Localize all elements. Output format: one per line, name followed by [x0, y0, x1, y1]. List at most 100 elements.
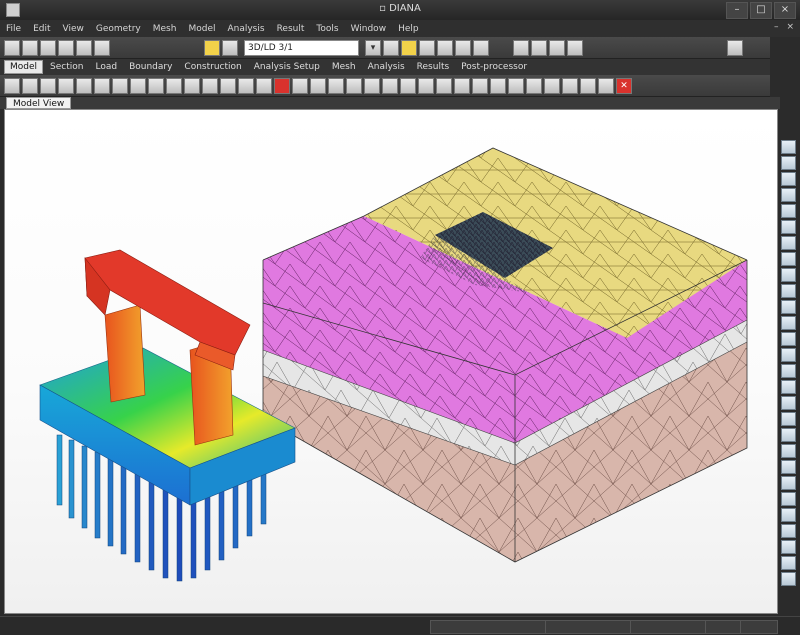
- grid-icon[interactable]: [513, 39, 529, 56]
- pan-icon[interactable]: [781, 156, 796, 170]
- contour-icon[interactable]: [781, 460, 796, 474]
- extrude-icon[interactable]: [184, 77, 200, 94]
- line-icon[interactable]: [40, 77, 56, 94]
- tab-model-view[interactable]: Model View: [6, 97, 72, 109]
- dropdown-arrow-icon[interactable]: ▾: [365, 39, 381, 56]
- shading-icon[interactable]: [781, 332, 796, 346]
- scale-icon[interactable]: [454, 77, 470, 94]
- measure-icon[interactable]: [490, 77, 506, 94]
- polyline-icon[interactable]: [76, 77, 92, 94]
- tab-results[interactable]: Results: [412, 61, 455, 73]
- app-icon[interactable]: [6, 3, 20, 17]
- array-icon[interactable]: [472, 77, 488, 94]
- unit-select-2[interactable]: [740, 620, 778, 634]
- mesh-icon[interactable]: [526, 77, 542, 94]
- split-icon[interactable]: [346, 77, 362, 94]
- node-display-icon[interactable]: [781, 412, 796, 426]
- view-left-icon[interactable]: [781, 252, 796, 266]
- surface-icon[interactable]: [148, 77, 164, 94]
- save-icon[interactable]: [40, 39, 56, 56]
- tab-analysis-setup[interactable]: Analysis Setup: [249, 61, 325, 73]
- iso-view-icon[interactable]: [781, 316, 796, 330]
- wireframe-icon[interactable]: [781, 348, 796, 362]
- element-icon[interactable]: [437, 39, 453, 56]
- tab-mesh[interactable]: Mesh: [327, 61, 361, 73]
- print-icon[interactable]: [76, 39, 92, 56]
- tab-boundary[interactable]: Boundary: [124, 61, 177, 73]
- view-iso-icon[interactable]: [598, 77, 614, 94]
- columns-icon[interactable]: [531, 39, 547, 56]
- node-icon[interactable]: [419, 39, 435, 56]
- point-icon[interactable]: [22, 77, 38, 94]
- menu-mesh[interactable]: Mesh: [147, 24, 183, 34]
- maximize-icon[interactable]: □: [750, 2, 772, 19]
- menu-tools[interactable]: Tools: [310, 24, 344, 34]
- mirror-icon[interactable]: [436, 77, 452, 94]
- capture-icon[interactable]: [781, 540, 796, 554]
- rotate-view-icon[interactable]: [781, 140, 796, 154]
- mesh-display-icon[interactable]: [781, 396, 796, 410]
- refresh-icon[interactable]: [781, 572, 796, 586]
- help-icon[interactable]: [94, 39, 110, 56]
- tab-analysis[interactable]: Analysis: [363, 61, 410, 73]
- zoom-fit-icon[interactable]: [781, 188, 796, 202]
- tab-model[interactable]: Model: [4, 60, 44, 74]
- animate-icon[interactable]: [781, 492, 796, 506]
- warning-icon[interactable]: [401, 39, 417, 56]
- view-front2-icon[interactable]: [781, 284, 796, 298]
- menu-window[interactable]: Window: [345, 24, 393, 34]
- rows-icon[interactable]: [549, 39, 565, 56]
- loft-icon[interactable]: [238, 77, 254, 94]
- layout-icon[interactable]: [567, 39, 583, 56]
- polygon-icon[interactable]: [130, 77, 146, 94]
- folder-icon[interactable]: [204, 39, 220, 56]
- move-icon[interactable]: [382, 77, 398, 94]
- copy-icon[interactable]: [400, 77, 416, 94]
- clip-plane-icon[interactable]: [781, 508, 796, 522]
- arc-icon[interactable]: [58, 77, 74, 94]
- select-icon[interactable]: [4, 77, 20, 94]
- zoom-window-icon[interactable]: [781, 204, 796, 218]
- unit-select[interactable]: [705, 620, 743, 634]
- seed-icon[interactable]: [544, 77, 560, 94]
- view-bottom-icon[interactable]: [781, 236, 796, 250]
- tab-load[interactable]: Load: [90, 61, 122, 73]
- open-file-icon[interactable]: [22, 39, 38, 56]
- tab-construction[interactable]: Construction: [179, 61, 246, 73]
- revolve-icon[interactable]: [202, 77, 218, 94]
- settings-icon[interactable]: [781, 556, 796, 570]
- new-file-icon[interactable]: [4, 39, 20, 56]
- close-red-icon[interactable]: ✕: [616, 77, 632, 94]
- soil-block-model[interactable]: [262, 147, 748, 563]
- mdi-close-icon[interactable]: ×: [786, 22, 794, 32]
- model-viewport[interactable]: [4, 109, 778, 614]
- boolean-union-icon[interactable]: [292, 77, 308, 94]
- filter-icon[interactable]: [383, 39, 399, 56]
- view-front-icon[interactable]: [580, 77, 596, 94]
- menu-model[interactable]: Model: [182, 24, 221, 34]
- label-icon[interactable]: [781, 428, 796, 442]
- hidden-line-icon[interactable]: [781, 364, 796, 378]
- tab-section[interactable]: Section: [45, 61, 88, 73]
- circle-icon[interactable]: [112, 77, 128, 94]
- menu-edit[interactable]: Edit: [27, 24, 56, 34]
- imprint-icon[interactable]: [364, 77, 380, 94]
- menu-result[interactable]: Result: [271, 24, 311, 34]
- tools-icon[interactable]: [727, 39, 743, 56]
- link-icon[interactable]: [455, 39, 471, 56]
- menu-help[interactable]: Help: [392, 24, 425, 34]
- close-icon[interactable]: ×: [774, 2, 796, 19]
- tab-post-processor[interactable]: Post-processor: [456, 61, 532, 73]
- deformed-icon[interactable]: [781, 476, 796, 490]
- menu-geometry[interactable]: Geometry: [90, 24, 147, 34]
- minimize-icon[interactable]: –: [726, 2, 748, 19]
- rectangle-icon[interactable]: [94, 77, 110, 94]
- menu-file[interactable]: File: [0, 24, 27, 34]
- boolean-intersect-icon[interactable]: [328, 77, 344, 94]
- menu-view[interactable]: View: [57, 24, 90, 34]
- delete-red-icon[interactable]: [274, 77, 290, 94]
- view-top-icon[interactable]: [781, 220, 796, 234]
- zoom-icon[interactable]: [781, 172, 796, 186]
- pile-foundation-model[interactable]: [39, 249, 296, 582]
- menu-analysis[interactable]: Analysis: [221, 24, 270, 34]
